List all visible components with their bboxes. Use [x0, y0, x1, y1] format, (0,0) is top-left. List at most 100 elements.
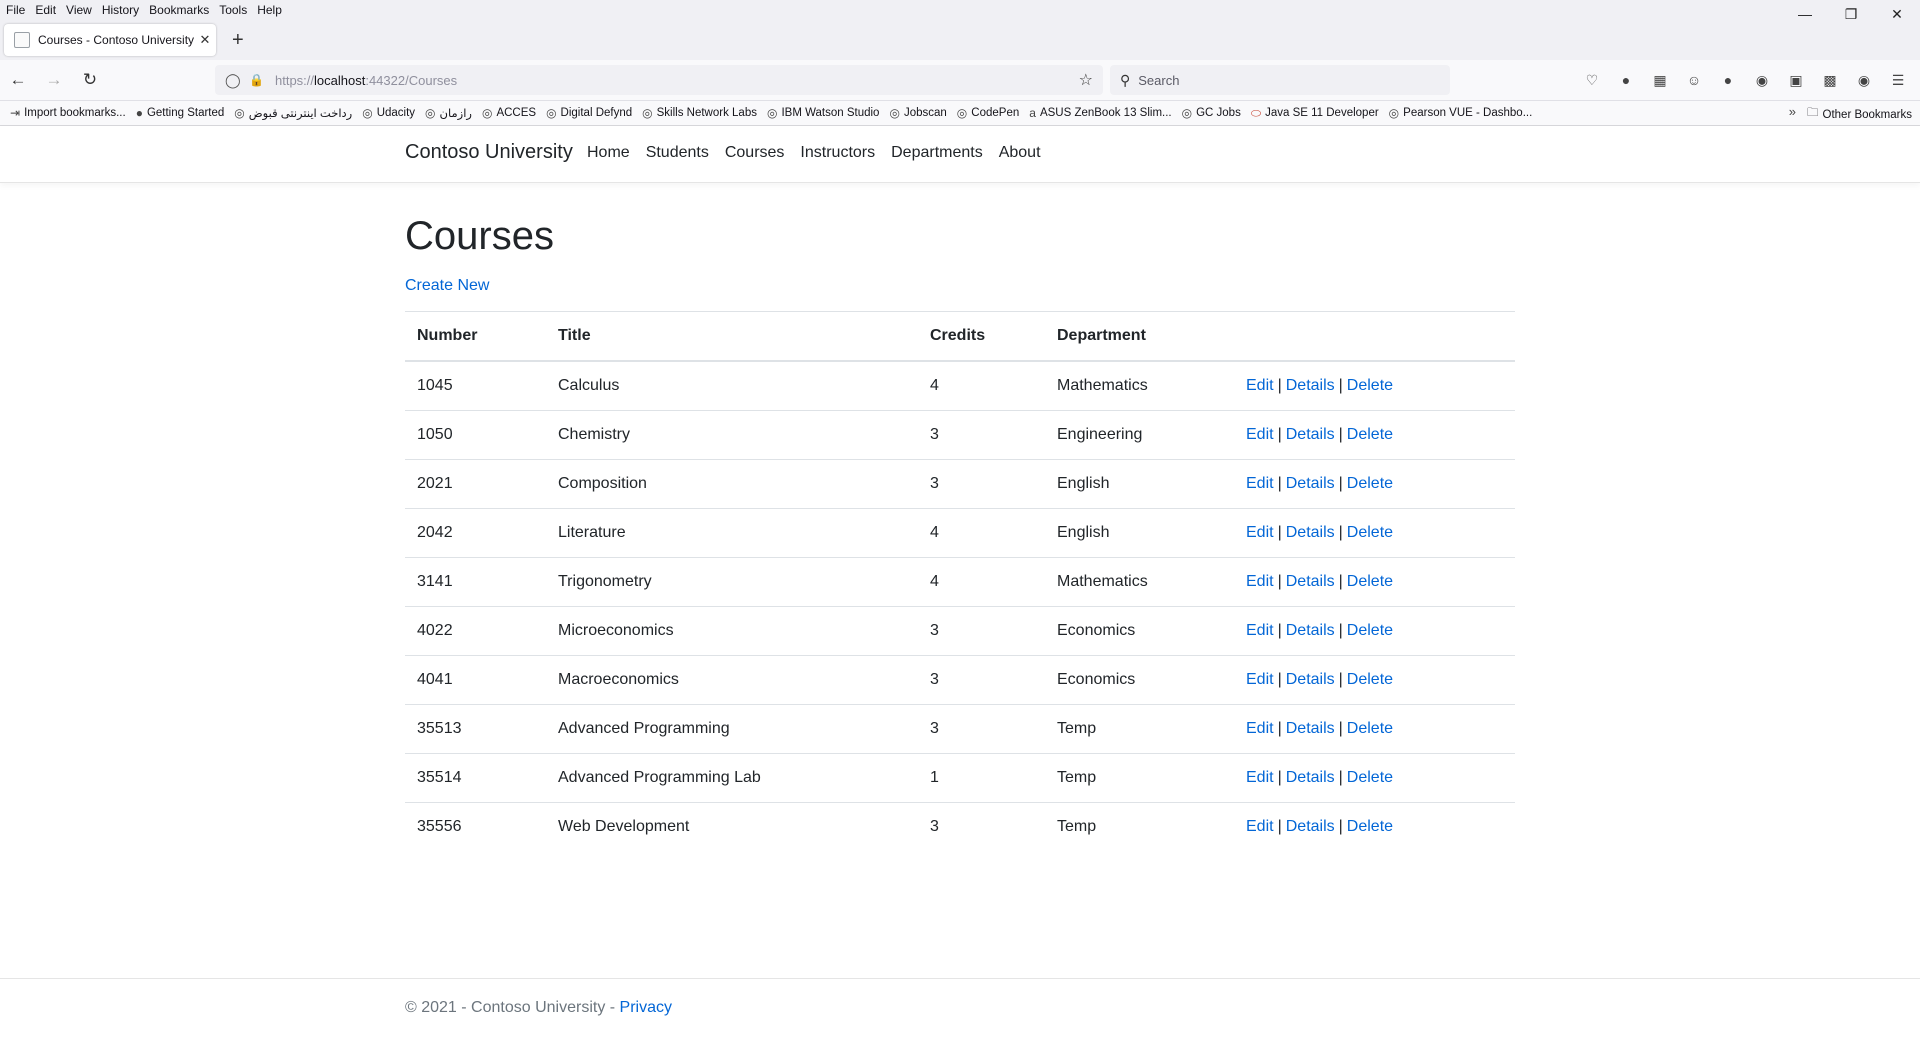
tracking-shield-icon[interactable]: ◯ [225, 72, 243, 89]
menu-history[interactable]: History [98, 3, 143, 17]
nav-courses[interactable]: Courses [725, 144, 785, 162]
extension-face-icon[interactable]: ☺ [1682, 68, 1706, 92]
bookmark-item[interactable]: ◎ ACCES [482, 106, 536, 120]
delete-link[interactable]: Delete [1347, 426, 1393, 443]
new-tab-icon[interactable]: + [232, 29, 244, 52]
nav-home[interactable]: Home [587, 144, 630, 162]
folder-icon: 🗀 [1807, 107, 1819, 119]
bookmark-label: ASUS ZenBook 13 Slim... [1039, 107, 1172, 119]
address-bar[interactable]: ◯ 🔒 https://localhost:44322/Courses ☆ [215, 65, 1103, 95]
delete-link[interactable]: Delete [1347, 818, 1393, 835]
save-icon[interactable]: ▣ [1784, 68, 1808, 92]
delete-link[interactable]: Delete [1347, 377, 1393, 394]
bookmark-item[interactable]: ◎ Jobscan [889, 106, 946, 120]
bookmark-item[interactable]: ◎ Digital Defynd [546, 106, 632, 120]
delete-link[interactable]: Delete [1347, 475, 1393, 492]
bookmark-item[interactable]: ◎ IBM Watson Studio [767, 106, 880, 120]
delete-link[interactable]: Delete [1347, 524, 1393, 541]
nav-instructors[interactable]: Instructors [800, 144, 875, 162]
delete-link[interactable]: Delete [1347, 573, 1393, 590]
extension-compass-icon[interactable]: ◉ [1750, 68, 1774, 92]
details-link[interactable]: Details [1286, 671, 1335, 688]
privacy-link[interactable]: Privacy [620, 999, 672, 1016]
edit-link[interactable]: Edit [1246, 622, 1274, 639]
back-arrow-icon[interactable]: ← [0, 62, 36, 98]
table-header-row: Number Title Credits Department [405, 311, 1515, 362]
pocket-icon[interactable]: ♡ [1580, 68, 1604, 92]
courses-table: Number Title Credits Department 1045 Calc… [405, 311, 1515, 851]
details-link[interactable]: Details [1286, 426, 1335, 443]
close-tab-icon[interactable]: ✕ [194, 32, 216, 48]
url-text[interactable]: https://localhost:44322/Courses [275, 73, 457, 88]
menu-edit[interactable]: Edit [31, 3, 60, 17]
hamburger-menu-icon[interactable]: ☰ [1886, 68, 1910, 92]
bookmarks-overflow-icon[interactable]: » [1789, 104, 1796, 119]
import-icon: ⇥ [10, 106, 21, 120]
search-bar[interactable]: ⚲ Search [1110, 65, 1450, 95]
details-link[interactable]: Details [1286, 818, 1335, 835]
edit-link[interactable]: Edit [1246, 475, 1274, 492]
edit-link[interactable]: Edit [1246, 377, 1274, 394]
table-row: 1050 Chemistry 3 Engineering Edit | Details | De… [405, 410, 1515, 460]
bookmark-star-icon[interactable]: ☆ [1079, 70, 1093, 90]
delete-link[interactable]: Delete [1347, 720, 1393, 737]
bookmark-item[interactable]: ● Getting Started [136, 106, 225, 120]
extension-dots-icon[interactable]: ● [1716, 68, 1740, 92]
edit-link[interactable]: Edit [1246, 524, 1274, 541]
bookmark-item[interactable]: ◎ CodePen [957, 106, 1019, 120]
library-icon[interactable]: ▦ [1648, 68, 1672, 92]
edit-link[interactable]: Edit [1246, 818, 1274, 835]
bookmark-item[interactable]: ⇥ Import bookmarks... [10, 106, 126, 120]
cell-number: 1050 [405, 410, 546, 460]
details-link[interactable]: Details [1286, 622, 1335, 639]
details-link[interactable]: Details [1286, 524, 1335, 541]
delete-link[interactable]: Delete [1347, 622, 1393, 639]
other-bookmarks[interactable]: 🗀 Other Bookmarks [1807, 105, 1912, 124]
delete-link[interactable]: Delete [1347, 671, 1393, 688]
bookmark-label: Digital Defynd [560, 107, 633, 119]
details-link[interactable]: Details [1286, 720, 1335, 737]
bookmark-label: Import bookmarks... [24, 107, 126, 119]
extension-e-icon[interactable]: ● [1614, 68, 1638, 92]
details-link[interactable]: Details [1286, 573, 1335, 590]
menu-tools[interactable]: Tools [215, 3, 251, 17]
bookmark-item[interactable]: ◎ Udacity [362, 106, 415, 120]
bookmark-label: CodePen [971, 107, 1020, 119]
reload-icon[interactable]: ↻ [72, 62, 108, 98]
cell-actions: Edit | Details | Delete [1234, 655, 1515, 705]
cell-title: Microeconomics [546, 606, 918, 656]
edit-link[interactable]: Edit [1246, 769, 1274, 786]
bookmark-item[interactable]: ◎ رازمان [425, 106, 472, 120]
menu-bookmarks[interactable]: Bookmarks [145, 3, 213, 17]
edit-link[interactable]: Edit [1246, 573, 1274, 590]
globe-icon: ◎ [425, 106, 436, 120]
nav-departments[interactable]: Departments [891, 144, 983, 162]
bookmark-item[interactable]: ◎ Skills Network Labs [642, 106, 757, 120]
delete-link[interactable]: Delete [1347, 769, 1393, 786]
bookmark-item[interactable]: ◎ GC Jobs [1182, 106, 1241, 120]
bookmark-item[interactable]: ◎ Pearson VUE - Dashbo... [1389, 106, 1533, 120]
lock-icon[interactable]: 🔒 [249, 73, 267, 87]
edit-link[interactable]: Edit [1246, 720, 1274, 737]
menu-help[interactable]: Help [253, 3, 286, 17]
bookmark-item[interactable]: ◎ رداخت اینترنتی قبوض [234, 106, 352, 120]
details-link[interactable]: Details [1286, 377, 1335, 394]
bookmark-item[interactable]: ⬭ Java SE 11 Developer [1251, 106, 1379, 121]
menu-file[interactable]: File [2, 3, 29, 17]
edit-link[interactable]: Edit [1246, 671, 1274, 688]
brand-link[interactable]: Contoso University [405, 141, 573, 164]
details-link[interactable]: Details [1286, 769, 1335, 786]
bookmark-item[interactable]: a ASUS ZenBook 13 Slim... [1029, 106, 1171, 120]
edit-link[interactable]: Edit [1246, 426, 1274, 443]
menu-view[interactable]: View [62, 3, 96, 17]
forward-arrow-icon[interactable]: → [36, 62, 72, 98]
create-new-link[interactable]: Create New [405, 277, 489, 295]
extension-translate-icon[interactable]: ▩ [1818, 68, 1842, 92]
nav-about[interactable]: About [999, 144, 1041, 162]
nav-students[interactable]: Students [646, 144, 709, 162]
cell-credits: 3 [918, 459, 1045, 509]
cell-actions: Edit | Details | Delete [1234, 803, 1515, 852]
browser-tab[interactable]: Courses - Contoso University ✕ [4, 24, 216, 56]
grammarly-icon[interactable]: ◉ [1852, 68, 1876, 92]
details-link[interactable]: Details [1286, 475, 1335, 492]
